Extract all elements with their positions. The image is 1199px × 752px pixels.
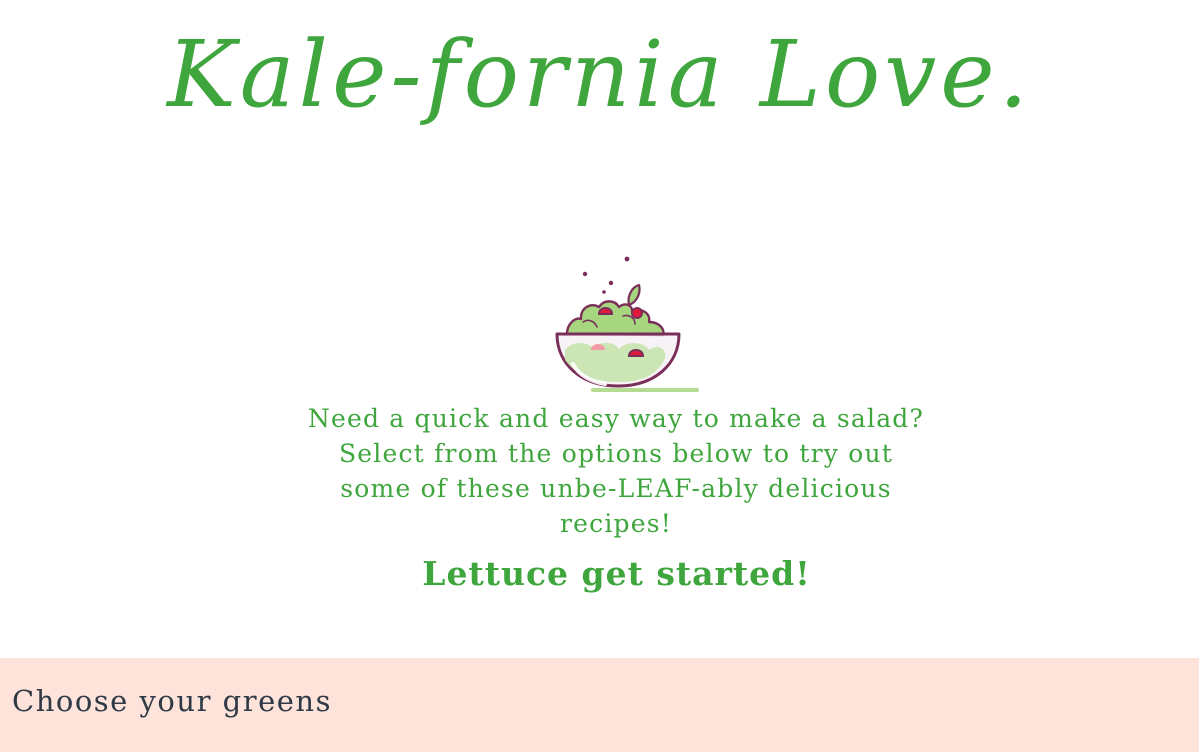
get-started-heading: Lettuce get started! bbox=[422, 554, 811, 593]
site-title: Kale-fornia Love. bbox=[167, 21, 1032, 128]
greens-section-heading: Choose your greens bbox=[12, 684, 332, 718]
landing-page: Kale-fornia Love. Need a quick and easy … bbox=[0, 0, 1199, 752]
salad-bowl-icon bbox=[549, 252, 699, 394]
greens-section: Choose your greens bbox=[0, 658, 1199, 752]
intro-text: Need a quick and easy way to make a sala… bbox=[307, 404, 925, 538]
